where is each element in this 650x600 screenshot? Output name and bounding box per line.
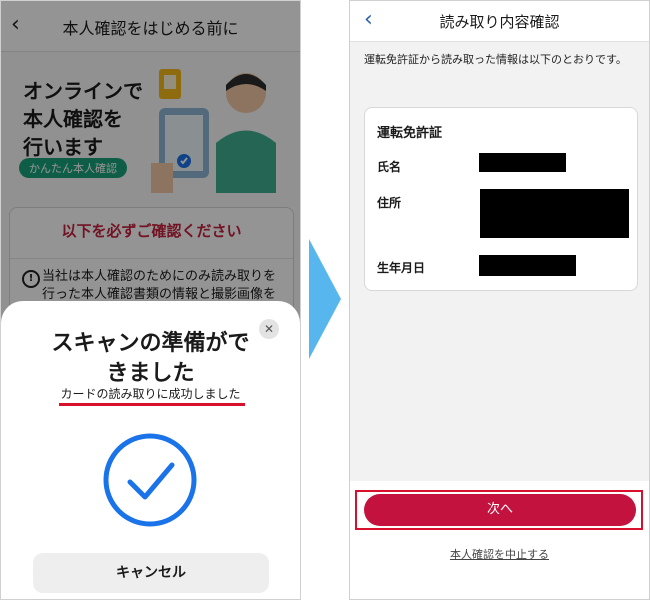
scan-ready-sheet: ✕ スキャンの準備がで きました カードの読み取りに成功しました キャンセル [1,301,300,599]
right-header: ‹ 読み取り内容確認 [350,1,649,42]
right-phone-screen: ‹ 読み取り内容確認 運転免許証から読み取った情報は以下のとおりです。 運転免許… [349,0,650,600]
address-label: 住所 [377,196,402,210]
right-header-title: 読み取り内容確認 [439,13,560,31]
card-title: 運転免許証 [377,126,443,141]
name-label: 氏名 [377,160,402,174]
birthdate-label: 生年月日 [377,261,426,275]
abort-verification-link[interactable]: 本人確認を中止する [350,546,649,562]
name-value-redacted [479,153,566,172]
sheet-title: スキャンの準備がで きました [1,329,300,389]
subtitle-highlight-underline [59,403,245,406]
right-arrow-icon [309,239,341,359]
license-info-card: 運転免許証 氏名 住所 生年月日 [364,107,638,291]
sheet-title-line-1: スキャンの準備がで [51,331,250,356]
checkmark-circle-icon [103,433,197,527]
cancel-button[interactable]: キャンセル [33,553,269,593]
left-phone-screen: ‹ 本人確認をはじめる前に オンラインで 本人確認を 行います かんたん本人確認… [0,0,301,600]
birthdate-value-redacted [479,255,576,276]
next-button[interactable]: 次へ [364,494,636,526]
sheet-subtitle: カードの読み取りに成功しました [60,387,241,401]
address-value-redacted [480,189,629,238]
intro-text: 運転免許証から読み取った情報は以下のとおりです。 [364,53,627,66]
